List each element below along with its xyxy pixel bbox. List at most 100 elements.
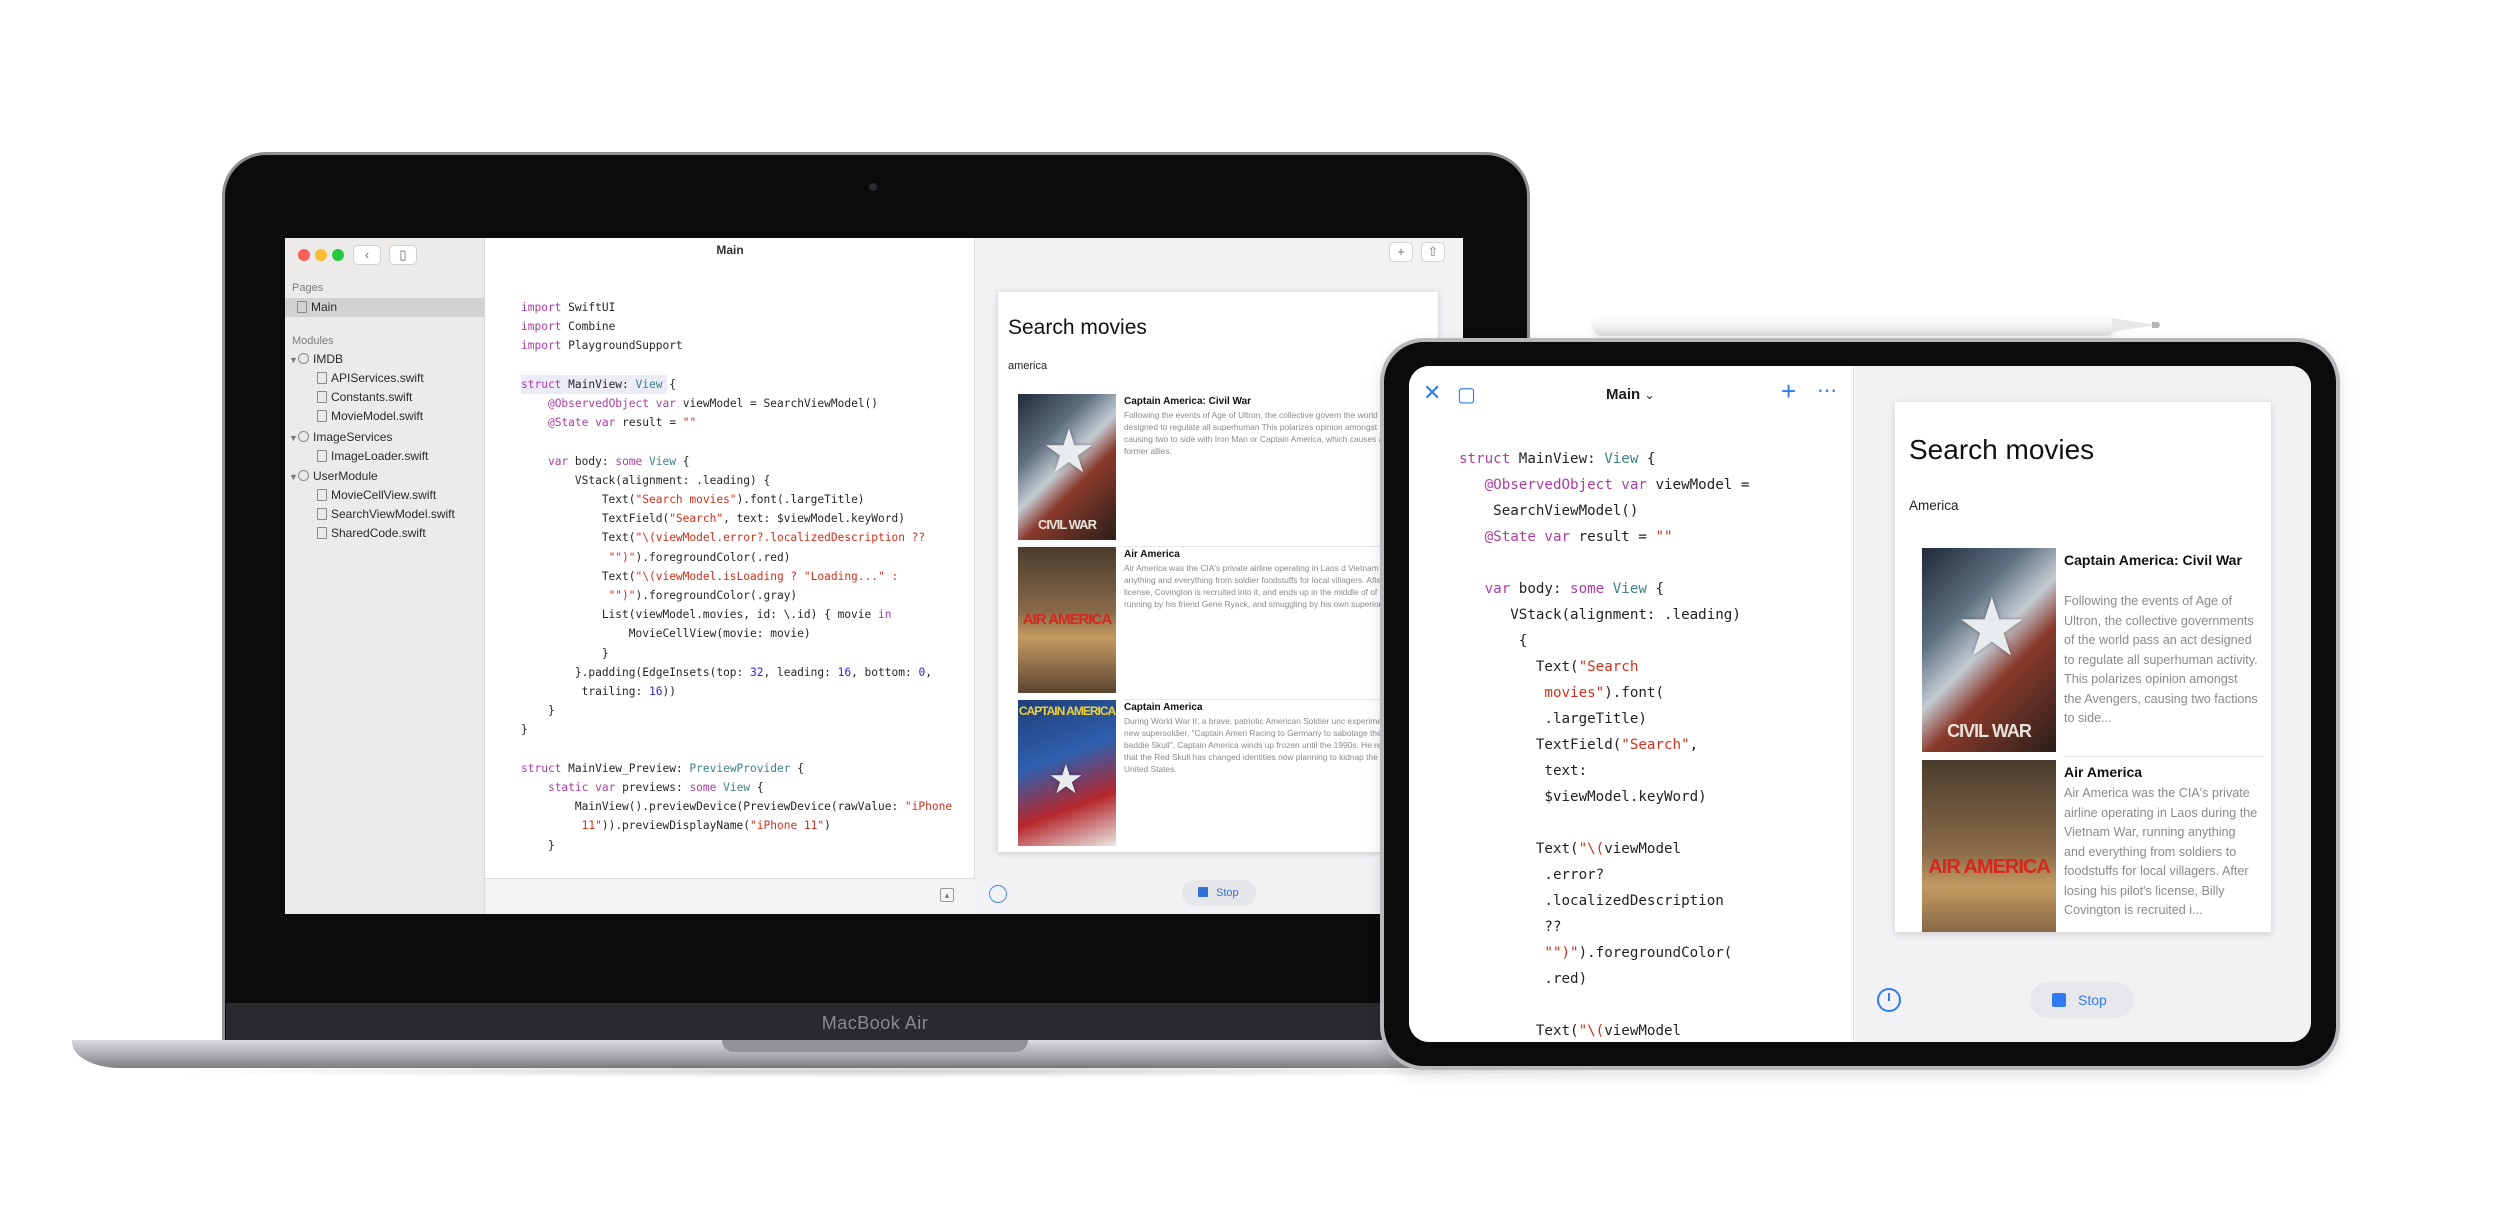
sidebar-toggle-icon[interactable]: ▯ xyxy=(389,245,417,265)
poster-title: AIR AMERICA xyxy=(1022,611,1112,628)
movie-title: Captain America: Civil War xyxy=(1124,396,1252,407)
run-icon[interactable]: ▴ xyxy=(940,888,954,902)
movie-poster: AIR AMERICA xyxy=(1018,547,1116,693)
poster-title: CAPTAIN AMERICA xyxy=(1018,704,1116,718)
list-item[interactable]: AIR AMERICA Air America Air America was … xyxy=(1922,760,2271,932)
add-icon[interactable]: + xyxy=(1781,376,1796,407)
sidebar-file[interactable]: SearchViewModel.swift xyxy=(285,505,485,524)
list-item[interactable]: AIR AMERICA Air America Air America was … xyxy=(1018,547,1438,700)
document-icon[interactable]: ▢ xyxy=(1457,382,1476,407)
ipad-code-editor[interactable]: ✕ ▢ Main ⌄ + ⋯ struct MainView: View { @… xyxy=(1409,366,1854,1042)
stop-icon xyxy=(2052,993,2066,1007)
movie-title: Captain America: Civil War xyxy=(2064,552,2242,568)
stop-button[interactable]: Stop xyxy=(1182,880,1256,906)
poster-title: CIVIL WAR xyxy=(1038,517,1097,532)
module-icon xyxy=(298,353,309,364)
close-icon[interactable]: ✕ xyxy=(1423,380,1441,406)
add-icon[interactable]: + xyxy=(1389,242,1413,262)
ipad-title-label: Main xyxy=(1606,386,1641,403)
macbook-opening-notch xyxy=(722,1040,1028,1052)
movie-description: Air America was the CIA's private airlin… xyxy=(2064,786,2258,917)
apple-pencil-tip xyxy=(2112,318,2156,332)
swift-file-icon xyxy=(317,372,327,384)
disclosure-triangle-icon[interactable]: ▼ xyxy=(289,429,298,448)
module-icon xyxy=(298,470,309,481)
sidebar-module-usermodule[interactable]: ▼ UserModule xyxy=(285,467,485,486)
swift-file-icon xyxy=(317,391,327,403)
poster-title: CIVIL WAR xyxy=(1947,721,2032,741)
file-label: ImageLoader.swift xyxy=(331,449,429,463)
movie-title: Captain America xyxy=(1124,702,1203,713)
macbook-shadow xyxy=(150,1064,1610,1078)
sidebar-file[interactable]: Constants.swift xyxy=(285,388,485,407)
file-label: SearchViewModel.swift xyxy=(331,507,455,521)
code-text[interactable]: import SwiftUI import Combine import Pla… xyxy=(521,298,961,893)
ipad-code-text[interactable]: struct MainView: View { @ObservedObject … xyxy=(1459,446,1849,1042)
sidebar-pages-header: Pages xyxy=(292,282,324,294)
sidebar-modules-header: Modules xyxy=(292,335,334,347)
minimize-window-button[interactable] xyxy=(315,249,327,261)
sidebar-file[interactable]: MovieModel.swift xyxy=(285,407,485,426)
swift-file-icon xyxy=(317,527,327,539)
star-icon: ★ xyxy=(1956,583,2028,672)
sidebar-file[interactable]: ImageLoader.swift xyxy=(285,447,485,466)
share-icon[interactable]: ⇧ xyxy=(1421,242,1445,262)
module-icon xyxy=(298,431,309,442)
sidebar-file[interactable]: SharedCode.swift xyxy=(285,524,485,543)
window-title: Main xyxy=(716,243,744,257)
ipad-screen: ✕ ▢ Main ⌄ + ⋯ struct MainView: View { @… xyxy=(1409,366,2311,1042)
swift-file-icon xyxy=(317,410,327,422)
page-icon xyxy=(297,301,307,313)
back-chevron-icon[interactable]: ‹ xyxy=(353,245,381,265)
swift-file-icon xyxy=(317,489,327,501)
file-label: MovieModel.swift xyxy=(331,409,424,423)
preview-search-field[interactable]: America xyxy=(1909,498,1959,513)
sidebar-item-label: Main xyxy=(311,300,338,314)
disclosure-triangle-icon[interactable]: ▼ xyxy=(289,468,298,487)
preview-title: Search movies xyxy=(1909,434,2095,465)
preview-search-field[interactable]: america xyxy=(1008,360,1047,372)
module-label: IMDB xyxy=(313,352,343,366)
divider xyxy=(2064,756,2264,757)
module-label: ImageServices xyxy=(313,430,393,444)
movie-poster: ★ CIVIL WAR xyxy=(1922,548,2056,752)
macbook-brand: MacBook Air xyxy=(821,1013,929,1033)
swift-file-icon xyxy=(317,450,327,462)
sidebar-module-imdb[interactable]: ▼ IMDB xyxy=(285,350,485,369)
gauge-icon[interactable] xyxy=(989,885,1007,903)
file-label: MovieCellView.swift xyxy=(331,488,437,502)
file-label: SharedCode.swift xyxy=(331,526,426,540)
list-item[interactable]: CAPTAIN AMERICA ★ Captain America During… xyxy=(1018,700,1438,850)
chevron-down-icon: ⌄ xyxy=(1644,388,1655,402)
stop-icon xyxy=(1198,887,1208,897)
movie-poster: AIR AMERICA xyxy=(1922,760,2056,932)
apple-pencil xyxy=(1592,314,2116,336)
movie-title: Air America xyxy=(2064,764,2143,780)
playground-sidebar: ‹ ▯ Pages Main Modules ▼ IMDB APIServices… xyxy=(285,238,485,914)
sidebar-module-imageservices[interactable]: ▼ ImageServices xyxy=(285,428,485,447)
file-label: Constants.swift xyxy=(331,390,413,404)
disclosure-triangle-icon[interactable]: ▼ xyxy=(289,351,298,370)
stop-label: Stop xyxy=(1216,887,1239,899)
list-item[interactable]: ★ CIVIL WAR Captain America: Civil War F… xyxy=(1922,548,2271,760)
ipad-window-title[interactable]: Main ⌄ xyxy=(1606,386,1654,403)
more-icon[interactable]: ⋯ xyxy=(1817,378,1837,403)
movie-poster: ★ CIVIL WAR xyxy=(1018,394,1116,540)
sidebar-item-main[interactable]: Main xyxy=(285,298,485,317)
stop-button[interactable]: Stop xyxy=(2030,982,2134,1018)
list-item[interactable]: ★ CIVIL WAR Captain America: Civil War F… xyxy=(1018,394,1438,547)
movie-title: Air America xyxy=(1124,549,1180,560)
code-editor[interactable]: Main import SwiftUI import Combine impor… xyxy=(485,238,975,890)
zoom-window-button[interactable] xyxy=(332,249,344,261)
ipad-iphone-preview: Search movies America ★ CIVIL WAR Captai… xyxy=(1895,402,2271,932)
editor-bottom-bar: ▴ xyxy=(485,878,975,914)
sidebar-file[interactable]: MovieCellView.swift xyxy=(285,486,485,505)
sidebar-file[interactable]: APIServices.swift xyxy=(285,369,485,388)
macbook-camera xyxy=(869,183,877,191)
apple-pencil-nib xyxy=(2152,322,2160,328)
file-label: APIServices.swift xyxy=(331,371,424,385)
macbook-screen: ‹ ▯ Pages Main Modules ▼ IMDB APIServices… xyxy=(285,238,1463,914)
gauge-icon[interactable] xyxy=(1877,988,1901,1012)
preview-title: Search movies xyxy=(1008,316,1147,339)
close-window-button[interactable] xyxy=(298,249,310,261)
